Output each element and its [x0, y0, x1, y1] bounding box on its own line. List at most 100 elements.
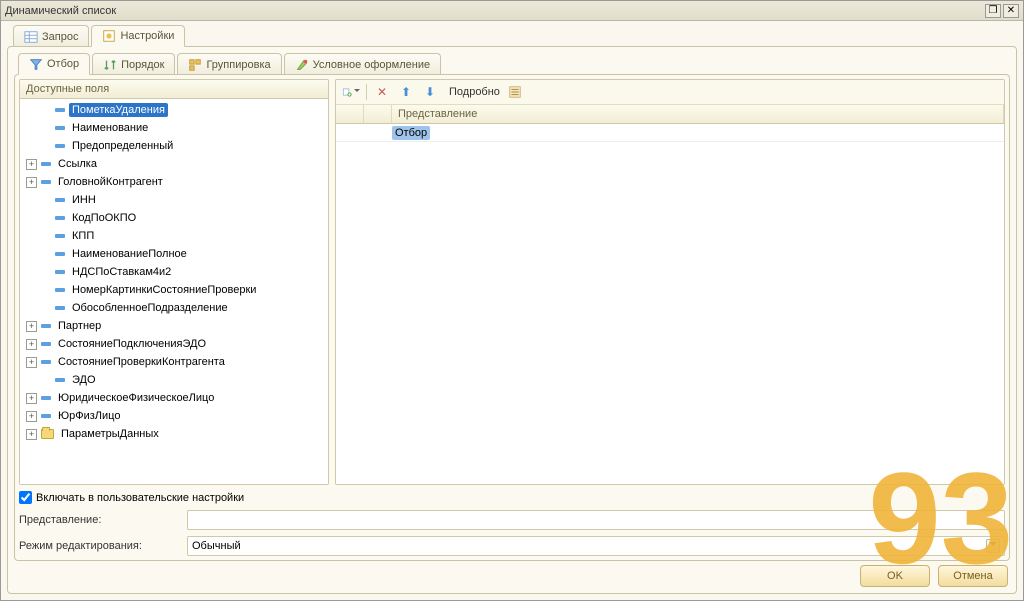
- expand-icon[interactable]: +: [26, 357, 37, 368]
- subtab-order[interactable]: Порядок: [92, 53, 175, 75]
- tab-settings[interactable]: Настройки: [91, 25, 185, 47]
- subtab-group[interactable]: Группировка: [177, 53, 281, 75]
- include-user-checkbox[interactable]: [19, 491, 32, 504]
- tree-item[interactable]: ИНН: [20, 191, 328, 209]
- tree-item[interactable]: + Ссылка: [20, 155, 328, 173]
- expand-icon: [40, 105, 51, 116]
- filter-grid[interactable]: Отбор: [336, 124, 1004, 484]
- filter-icon: [29, 57, 43, 71]
- mode-row: Режим редактирования: Обычный: [19, 536, 1005, 556]
- minus-icon: [55, 144, 65, 148]
- details-link[interactable]: Подробно: [449, 86, 500, 98]
- expand-icon[interactable]: +: [26, 177, 37, 188]
- minus-icon: [55, 198, 65, 202]
- tree-item[interactable]: КПП: [20, 227, 328, 245]
- tree-item[interactable]: ЭДО: [20, 371, 328, 389]
- tree-item-label: СостояниеПроверкиКонтрагента: [55, 355, 228, 369]
- subtab-filter[interactable]: Отбор: [18, 53, 90, 75]
- fields-tree[interactable]: ПометкаУдаления Наименование Предопределен…: [20, 99, 328, 484]
- expand-icon[interactable]: +: [26, 321, 37, 332]
- expand-icon: [40, 195, 51, 206]
- ok-button[interactable]: OK: [860, 565, 930, 587]
- presentation-row: Представление:: [19, 510, 1005, 530]
- subtab-cond-label: Условное оформление: [313, 59, 430, 71]
- add-button[interactable]: [342, 83, 360, 101]
- properties-button[interactable]: [506, 83, 524, 101]
- presentation-input[interactable]: [187, 510, 1005, 530]
- subtab-cond[interactable]: Условное оформление: [284, 53, 441, 75]
- move-down-button[interactable]: ⬇: [421, 83, 439, 101]
- move-up-button[interactable]: ⬆: [397, 83, 415, 101]
- expand-icon[interactable]: +: [26, 411, 37, 422]
- mode-value: Обычный: [192, 540, 241, 552]
- mode-label: Режим редактирования:: [19, 540, 179, 552]
- minus-icon: [55, 234, 65, 238]
- add-icon: [342, 85, 352, 99]
- minus-icon: [41, 414, 51, 418]
- tree-item[interactable]: Предопределенный: [20, 137, 328, 155]
- restore-button[interactable]: ❐: [985, 4, 1001, 18]
- tree-item-label: СостояниеПодключенияЭДО: [55, 337, 209, 351]
- expand-icon: [40, 123, 51, 134]
- tree-item[interactable]: + ЮрФизЛицо: [20, 407, 328, 425]
- minus-icon: [41, 180, 51, 184]
- available-fields-header: Доступные поля: [20, 80, 328, 99]
- minus-icon: [55, 378, 65, 382]
- expand-icon: [40, 249, 51, 260]
- mode-select[interactable]: Обычный: [187, 536, 1005, 556]
- columns: Доступные поля ПометкаУдаления Наименован…: [19, 79, 1005, 485]
- tree-item[interactable]: + СостояниеПодключенияЭДО: [20, 335, 328, 353]
- tree-item[interactable]: Наименование: [20, 119, 328, 137]
- expand-icon: [40, 267, 51, 278]
- delete-button[interactable]: ✕: [373, 83, 391, 101]
- grid-row[interactable]: Отбор: [336, 124, 1004, 142]
- tree-item[interactable]: + ЮридическоеФизическоеЛицо: [20, 389, 328, 407]
- tab-query-label: Запрос: [42, 31, 78, 43]
- tree-item-label: НаименованиеПолное: [69, 247, 190, 261]
- minus-icon: [41, 360, 51, 364]
- tree-item-label: НомерКартинкиСостояниеПроверки: [69, 283, 259, 297]
- expand-icon[interactable]: +: [26, 393, 37, 404]
- subtab-order-label: Порядок: [121, 59, 164, 71]
- expand-icon: [40, 141, 51, 152]
- minus-icon: [41, 396, 51, 400]
- tree-item[interactable]: ПометкаУдаления: [20, 101, 328, 119]
- expand-icon: [40, 285, 51, 296]
- minus-icon: [55, 252, 65, 256]
- list-icon: [508, 85, 522, 99]
- tree-item[interactable]: КодПоОКПО: [20, 209, 328, 227]
- tree-item-label: КодПоОКПО: [69, 211, 139, 225]
- tree-item[interactable]: + СостояниеПроверкиКонтрагента: [20, 353, 328, 371]
- tree-item[interactable]: + ГоловнойКонтрагент: [20, 173, 328, 191]
- minus-icon: [41, 324, 51, 328]
- tree-item[interactable]: +Партнер: [20, 317, 328, 335]
- format-icon: [295, 58, 309, 72]
- tab-query[interactable]: Запрос: [13, 25, 89, 47]
- expand-icon[interactable]: +: [26, 429, 37, 440]
- tree-item[interactable]: ОбособленноеПодразделение: [20, 299, 328, 317]
- tree-item[interactable]: НомерКартинкиСостояниеПроверки: [20, 281, 328, 299]
- expand-icon[interactable]: +: [26, 339, 37, 350]
- cancel-button[interactable]: Отмена: [938, 565, 1008, 587]
- minus-icon: [55, 270, 65, 274]
- settings-icon: [102, 29, 116, 43]
- expand-icon: [40, 303, 51, 314]
- window-title: Динамический список: [5, 5, 983, 17]
- tree-item-label: Ссылка: [55, 157, 100, 171]
- presentation-label: Представление:: [19, 514, 179, 526]
- tree-item[interactable]: +ПараметрыДанных: [20, 425, 328, 443]
- tree-item-label: ЮрФизЛицо: [55, 409, 123, 423]
- close-button[interactable]: ✕: [1003, 4, 1019, 18]
- tree-item-label: ЮридическоеФизическоеЛицо: [55, 391, 217, 405]
- tree-item[interactable]: НаименованиеПолное: [20, 245, 328, 263]
- tree-item-label: Наименование: [69, 121, 151, 135]
- expand-icon: [40, 231, 51, 242]
- subtab-filter-label: Отбор: [47, 58, 79, 70]
- main-tabs: Запрос Настройки: [7, 25, 1017, 47]
- expand-icon[interactable]: +: [26, 159, 37, 170]
- tab-settings-label: Настройки: [120, 30, 174, 42]
- window: Динамический список ❐ ✕ Запрос Настройки…: [0, 0, 1024, 601]
- tree-item[interactable]: НДСПоСтавкам4и2: [20, 263, 328, 281]
- separator: [366, 84, 367, 100]
- tree-item-label: ГоловнойКонтрагент: [55, 175, 166, 189]
